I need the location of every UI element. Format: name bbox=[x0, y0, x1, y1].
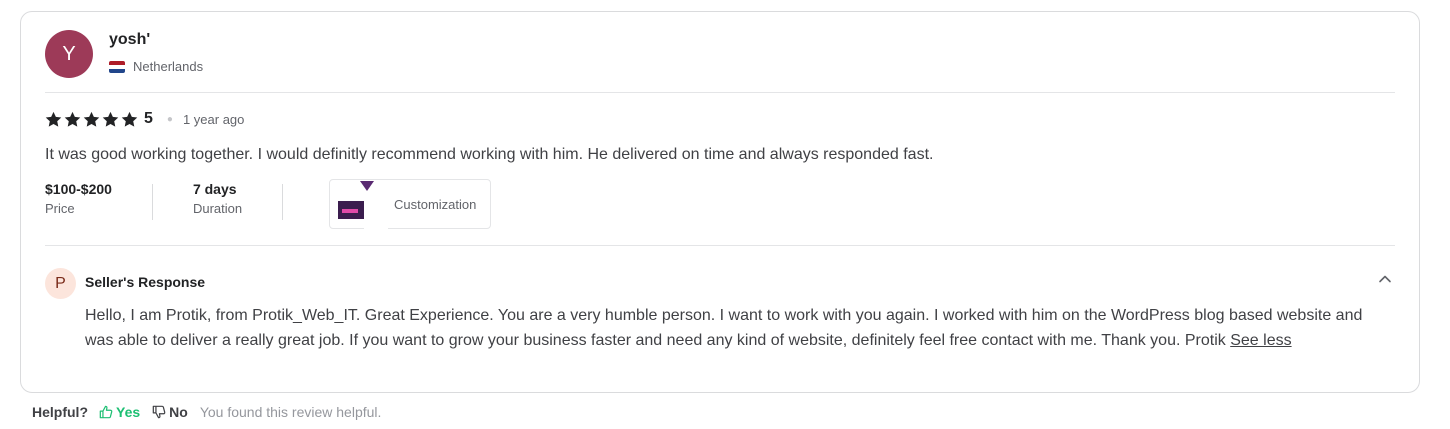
helpful-yes-button[interactable]: Yes bbox=[99, 404, 140, 420]
reviewer-name: yosh' bbox=[109, 31, 151, 48]
review-meta: $100-$200 Price 7 days Duration bbox=[45, 180, 284, 220]
price-value: $100-$200 bbox=[45, 181, 112, 197]
star-icon bbox=[102, 111, 119, 127]
seller-avatar: P bbox=[45, 268, 76, 299]
gig-info[interactable]: Customization bbox=[329, 179, 491, 229]
separator-dot: ● bbox=[166, 113, 173, 125]
duration-label: Duration bbox=[192, 201, 243, 216]
meta-separator bbox=[282, 184, 284, 220]
seller-response-body: Hello, I am Protik, from Protik_Web_IT. … bbox=[85, 307, 1363, 349]
thumbs-down-icon bbox=[152, 405, 166, 419]
reviewer-country: Netherlands bbox=[109, 59, 203, 74]
country-name: Netherlands bbox=[133, 59, 204, 74]
star-icon bbox=[83, 111, 100, 127]
helpful-bar: Helpful? Yes No You found this review he… bbox=[32, 403, 381, 421]
duration-value: 7 days bbox=[192, 181, 237, 197]
reviewer-avatar: Y bbox=[45, 30, 93, 78]
divider bbox=[45, 245, 1395, 246]
seller-response-title: Seller's Response bbox=[85, 274, 206, 290]
helpful-no-button[interactable]: No bbox=[152, 404, 188, 420]
divider bbox=[45, 92, 1395, 93]
star-icon bbox=[64, 111, 81, 127]
rating-row: 5 ● 1 year ago bbox=[45, 109, 244, 129]
no-label: No bbox=[169, 404, 188, 420]
price-label: Price bbox=[45, 201, 75, 216]
star-icon bbox=[45, 111, 62, 127]
price-info: $100-$200 Price bbox=[45, 180, 112, 220]
chevron-up-icon[interactable] bbox=[1378, 272, 1392, 286]
helpful-label: Helpful? bbox=[32, 404, 88, 420]
seller-response-text: Hello, I am Protik, from Protik_Web_IT. … bbox=[85, 304, 1395, 353]
yes-label: Yes bbox=[116, 404, 141, 420]
review-text: It was good working together. I would de… bbox=[45, 146, 934, 163]
netherlands-flag-icon bbox=[109, 60, 125, 73]
review-time: 1 year ago bbox=[182, 111, 245, 127]
thumbs-up-icon bbox=[99, 405, 113, 419]
helpful-message: You found this review helpful. bbox=[199, 404, 382, 420]
duration-info: 7 days Duration bbox=[193, 180, 242, 220]
see-less-link[interactable]: See less bbox=[1230, 332, 1291, 349]
star-rating bbox=[45, 111, 138, 128]
gig-thumbnail bbox=[336, 179, 388, 229]
review-card: Y yosh' Netherlands 5 ● 1 year ago It wa… bbox=[20, 11, 1420, 393]
star-icon bbox=[121, 111, 138, 127]
meta-separator bbox=[151, 184, 153, 220]
gig-label: Customization bbox=[394, 196, 477, 212]
rating-value: 5 bbox=[144, 110, 153, 127]
